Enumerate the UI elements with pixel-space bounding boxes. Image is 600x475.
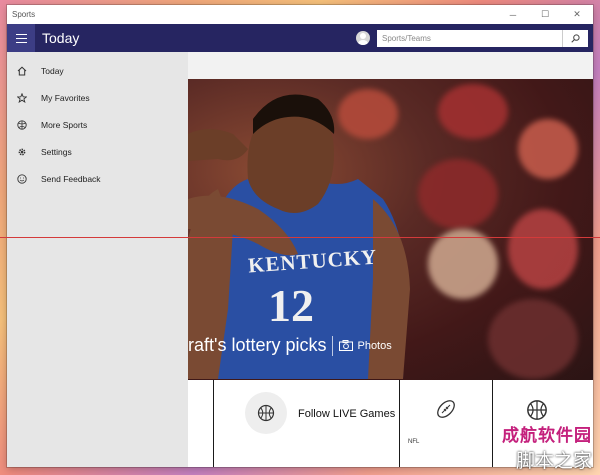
nfl-label: NFL (408, 439, 420, 445)
follow-live-games-label: Follow LIVE Games (298, 408, 396, 420)
star-icon (15, 91, 29, 105)
minimize-button[interactable]: ─ (497, 5, 529, 24)
home-icon (15, 64, 29, 78)
caption-divider (332, 335, 334, 356)
sidebar-item-label: Settings (41, 146, 72, 157)
nfl-tile[interactable]: NFL (400, 380, 492, 467)
title-bar: Sports ─ ☐ ✕ (7, 5, 593, 24)
photos-label: Photos (357, 339, 392, 352)
camera-icon (339, 340, 354, 351)
hero-headline: raft's lottery picks (188, 335, 327, 355)
maximize-button[interactable]: ☐ (529, 5, 561, 24)
follow-live-games-tile[interactable]: Follow LIVE Games (214, 380, 399, 467)
search-box (377, 29, 588, 47)
app-name: Sports (12, 10, 36, 19)
watermark-top: 成航软件园 (502, 426, 592, 446)
close-button[interactable]: ✕ (561, 5, 593, 24)
ball-icon (15, 118, 29, 132)
sidebar-item-label: More Sports (41, 119, 88, 130)
search-icon (571, 33, 580, 43)
sidebar-item-today[interactable]: Today (7, 57, 188, 84)
basketball-icon (257, 404, 275, 422)
jersey-number: 12 (268, 280, 314, 331)
watermark-bottom: 脚本之家 (515, 450, 592, 472)
sidebar-item-label: My Favorites (41, 92, 90, 103)
sidebar-item-my-favorites[interactable]: My Favorites (7, 84, 188, 111)
hamburger-line (15, 41, 27, 43)
hero-caption[interactable]: raft's lottery picks Photos (188, 335, 392, 356)
sidebar-item-label: Send Feedback (41, 173, 101, 184)
sidebar-item-settings[interactable]: Settings (7, 138, 188, 165)
football-icon (437, 400, 455, 418)
app-header: Today (7, 24, 593, 52)
sidebar-item-send-feedback[interactable]: Send Feedback (7, 165, 188, 192)
hamburger-line (15, 33, 27, 35)
partial-tile[interactable] (188, 380, 213, 467)
sidebar-item-label: Today (41, 65, 64, 76)
hamburger-menu-button[interactable] (7, 24, 35, 52)
sidebar-item-more-sports[interactable]: More Sports (7, 111, 188, 138)
search-input[interactable] (377, 29, 562, 47)
gear-icon (15, 145, 29, 159)
sports-app-window: Sports ─ ☐ ✕ Today Sports/Teams KENTUCKY… (7, 5, 593, 467)
watermark-faint: jb51.net (558, 412, 592, 421)
red-guide-line (0, 237, 600, 238)
search-button[interactable] (562, 29, 588, 47)
navigation-pane: Today My Favorites More Sports Settings … (7, 52, 188, 467)
avatar[interactable] (356, 31, 370, 45)
watermark: jb51.net 成航软件园 脚本之家 (502, 412, 592, 473)
tile-icon-circle (245, 392, 287, 434)
page-title: Today (42, 30, 80, 46)
hamburger-line (15, 37, 27, 39)
smiley-icon (15, 172, 29, 186)
